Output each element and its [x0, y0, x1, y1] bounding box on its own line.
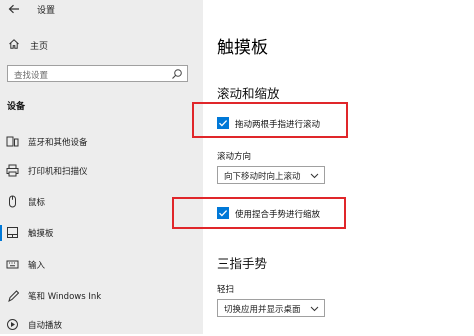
printer-icon	[6, 164, 19, 177]
sidebar-item-label: 笔和 Windows Ink	[28, 292, 102, 302]
swipe-label: 轻扫	[217, 285, 235, 295]
sidebar-item-label: 蓝牙和其他设备	[28, 138, 88, 148]
home-icon	[9, 39, 19, 49]
scroll-direction-select[interactable]: 向下移动时向上滚动	[217, 166, 325, 184]
touchpad-icon	[7, 227, 18, 238]
sidebar-item-label: 鼠标	[28, 198, 46, 208]
sidebar-item-label: 打印机和扫描仪	[28, 167, 88, 177]
sidebar-item-bluetooth[interactable]: 蓝牙和其他设备	[0, 131, 203, 153]
mouse-icon	[9, 195, 16, 208]
sidebar-item-label: 触摸板	[28, 229, 54, 239]
sidebar-item-label: 输入	[28, 261, 46, 271]
scroll-direction-label: 滚动方向	[217, 152, 252, 162]
keyboard-icon	[6, 260, 19, 269]
page-title: 触摸板	[217, 38, 268, 58]
two-finger-scroll-checkbox[interactable]: 拖动两根手指进行滚动	[217, 116, 347, 132]
sidebar-item-label: 自动播放	[28, 321, 63, 331]
three-finger-heading: 三指手势	[217, 256, 268, 271]
checkbox	[217, 207, 229, 219]
pen-icon	[8, 290, 19, 302]
home-label: 主页	[30, 42, 49, 52]
chevron-down-icon	[310, 306, 319, 312]
window-title: 设置	[37, 6, 56, 16]
sidebar-item-pen-ink[interactable]: 笔和 Windows Ink	[0, 285, 203, 307]
scroll-zoom-heading: 滚动和缩放	[217, 86, 280, 101]
back-arrow-icon	[8, 4, 19, 14]
search-placeholder: 查找设置	[14, 71, 49, 81]
sidebar-item-typing[interactable]: 输入	[0, 254, 203, 276]
pinch-zoom-checkbox[interactable]: 使用捏合手势进行缩放	[217, 206, 347, 222]
search-icon	[172, 69, 182, 79]
sidebar-item-autoplay[interactable]: 自动播放	[0, 314, 203, 336]
checkmark-icon	[219, 120, 228, 127]
autoplay-icon	[7, 319, 18, 330]
home-nav-item[interactable]: 主页	[0, 34, 203, 56]
checkbox	[217, 117, 229, 129]
search-input[interactable]: 查找设置	[7, 65, 188, 82]
checkbox-label: 使用捏合手势进行缩放	[235, 210, 321, 220]
select-value: 向下移动时向上滚动	[224, 172, 301, 182]
active-indicator	[0, 225, 2, 241]
checkmark-icon	[219, 210, 228, 217]
sidebar-item-printers[interactable]: 打印机和扫描仪	[0, 160, 203, 182]
checkbox-label: 拖动两根手指进行滚动	[235, 120, 321, 130]
chevron-down-icon	[310, 173, 319, 179]
bluetooth-devices-icon	[6, 136, 19, 147]
select-value: 切换应用并显示桌面	[224, 305, 301, 315]
back-button[interactable]	[3, 1, 25, 17]
swipe-select[interactable]: 切换应用并显示桌面	[217, 299, 325, 317]
section-label: 设备	[7, 102, 26, 112]
